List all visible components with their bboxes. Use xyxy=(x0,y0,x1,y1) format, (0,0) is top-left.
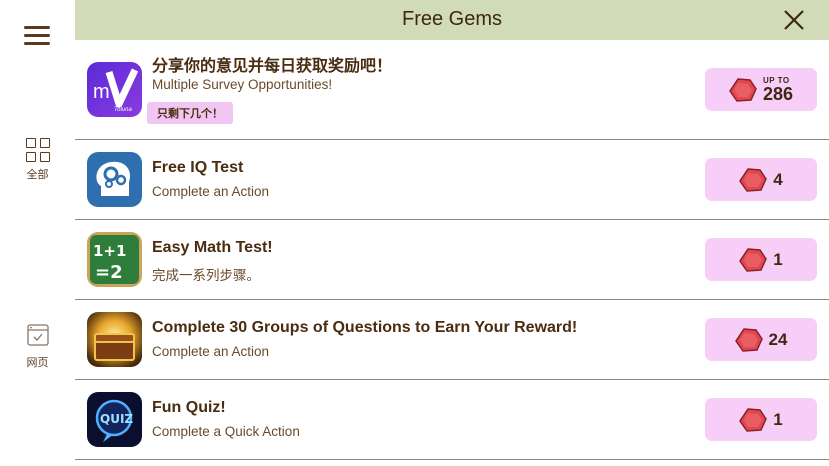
reward-button[interactable]: UP TO 286 xyxy=(705,68,817,111)
page-title: Free Gems xyxy=(401,8,503,30)
svg-text:1+1: 1+1 xyxy=(93,242,126,260)
reward-amount: 1 xyxy=(773,249,783,269)
webpage-icon xyxy=(26,324,49,346)
offer-list: m Toluna 分享你的意见并每日获取奖励吧！ Multiple Survey… xyxy=(75,40,829,460)
gem-icon xyxy=(734,327,763,352)
svg-text:m: m xyxy=(93,81,110,103)
treasure-chest-icon xyxy=(87,312,142,367)
header-bar: Free Gems xyxy=(75,0,829,40)
offer-row[interactable]: 1+1 =2 Easy Math Test! 完成一系列步骤。 1 xyxy=(75,220,829,300)
reward-button[interactable]: 4 xyxy=(705,158,817,201)
side-rail: 全部 网页 xyxy=(0,0,75,466)
brain-gears-icon xyxy=(87,152,142,207)
offer-row[interactable]: m Toluna 分享你的意见并每日获取奖励吧！ Multiple Survey… xyxy=(75,40,829,140)
quiz-icon: QUIZ xyxy=(87,392,142,447)
grid-icon xyxy=(25,138,50,162)
svg-text:=2: =2 xyxy=(95,262,123,283)
rail-item-all[interactable]: 全部 xyxy=(0,138,75,182)
offer-subtitle: Complete a Quick Action xyxy=(152,424,300,439)
offer-title: Free IQ Test xyxy=(152,159,244,176)
rail-item-all-label: 全部 xyxy=(26,168,49,181)
offer-title: Fun Quiz! xyxy=(152,399,226,416)
offer-title: Complete 30 Groups of Questions to Earn … xyxy=(152,319,578,336)
offer-subtitle: Multiple Survey Opportunities! xyxy=(152,77,333,92)
survey-app-icon: m Toluna xyxy=(87,62,142,117)
offer-title: 分享你的意见并每日获取奖励吧！ xyxy=(152,58,393,75)
reward-amount: 4 xyxy=(773,169,783,189)
offer-subtitle: Complete an Action xyxy=(152,184,270,199)
reward-button[interactable]: 1 xyxy=(705,398,817,441)
svg-text:QUIZ: QUIZ xyxy=(100,412,133,426)
reward-amount: 24 xyxy=(768,329,788,349)
offer-subtitle: Complete an Action xyxy=(152,344,270,359)
offer-row[interactable]: Free IQ Test Complete an Action 4 xyxy=(75,140,829,220)
rail-item-web[interactable]: 网页 xyxy=(0,324,75,370)
hamburger-menu-icon[interactable] xyxy=(24,26,50,46)
rail-item-web-label: 网页 xyxy=(26,356,49,369)
reward-button[interactable]: 1 xyxy=(705,238,817,281)
svg-text:Toluna: Toluna xyxy=(114,107,132,113)
reward-amount: 1 xyxy=(773,409,783,429)
close-icon[interactable] xyxy=(783,9,805,31)
gem-icon xyxy=(739,247,768,272)
offer-row[interactable]: QUIZ Fun Quiz! Complete a Quick Action 1 xyxy=(75,380,829,460)
offer-row[interactable]: Complete 30 Groups of Questions to Earn … xyxy=(75,300,829,380)
math-chalkboard-icon: 1+1 =2 xyxy=(87,232,142,287)
reward-amount: 286 xyxy=(762,83,794,104)
reward-button[interactable]: 24 xyxy=(705,318,817,361)
gem-icon xyxy=(729,77,757,102)
gem-icon xyxy=(739,407,768,432)
offer-title: Easy Math Test! xyxy=(152,239,273,256)
gem-icon xyxy=(739,167,768,192)
limited-badge: 只剩下几个！ xyxy=(147,102,233,124)
offer-subtitle: 完成一系列步骤。 xyxy=(152,268,260,283)
